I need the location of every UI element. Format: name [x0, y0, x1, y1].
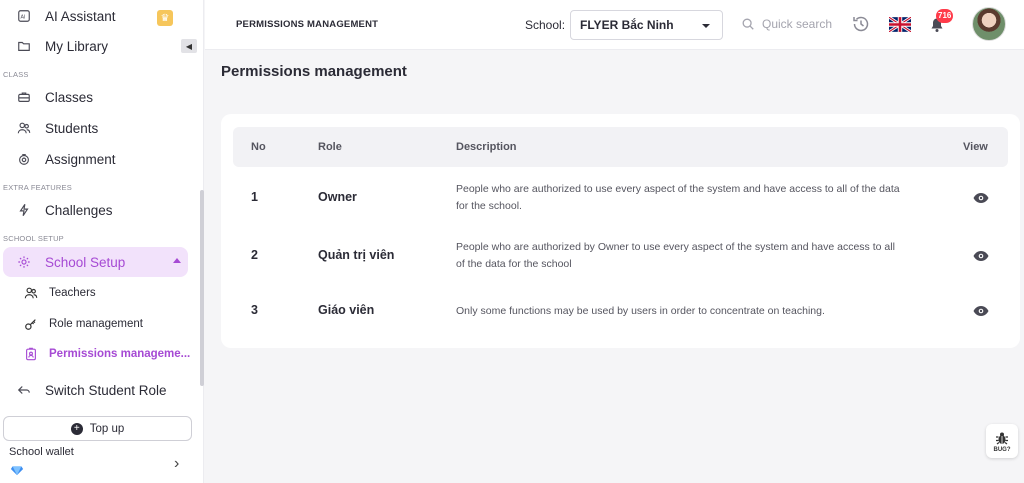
section-label-extra-features: EXTRA FEATURES: [3, 183, 72, 192]
table-row: 2 Quản trị viên People who are authorize…: [233, 233, 1008, 283]
assignment-icon: [17, 152, 31, 166]
top-header: PERMISSIONS MANAGEMENT School: FLYER Bắc…: [205, 0, 1024, 50]
sidebar-item-label: Assignment: [45, 151, 116, 167]
sidebar-item-ai-assistant[interactable]: AI AI Assistant: [0, 2, 204, 30]
svg-text:AI: AI: [21, 15, 26, 21]
sidebar-item-label: School Setup: [45, 254, 126, 270]
header-title: PERMISSIONS MANAGEMENT: [236, 19, 379, 30]
sidebar-item-label: Classes: [45, 89, 94, 105]
sidebar-item-switch-student-role[interactable]: Switch Student Role: [0, 376, 204, 404]
row-description: People who are authorized to use every a…: [456, 183, 900, 212]
chevron-right-icon[interactable]: ›: [174, 455, 179, 473]
key-icon: [24, 317, 38, 331]
sidebar-subitem-label: Role management: [49, 318, 143, 330]
sidebar-item-label: Challenges: [45, 202, 113, 218]
avatar[interactable]: [972, 7, 1006, 41]
sidebar-item-classes[interactable]: Classes: [0, 83, 204, 111]
history-icon[interactable]: [851, 14, 871, 34]
school-select[interactable]: FLYER Bắc Ninh: [570, 10, 723, 40]
row-description: Only some functions may be used by users…: [456, 305, 825, 317]
collapse-sidebar-button[interactable]: ◀: [181, 39, 197, 53]
report-bug-button[interactable]: BUG?: [986, 424, 1018, 458]
quick-search[interactable]: Quick search: [732, 10, 842, 38]
eye-icon[interactable]: [973, 250, 989, 262]
gear-icon: [17, 255, 31, 269]
school-wallet-label: School wallet: [9, 446, 74, 458]
sidebar: AI AI Assistant ♛ My Library ◀ CLASS Cla…: [0, 0, 204, 483]
sidebar-item-school-setup[interactable]: School Setup: [3, 247, 188, 277]
table-row: 3 Giáo viên Only some functions may be u…: [233, 288, 1008, 338]
briefcase-icon: [17, 90, 31, 104]
diamond-icon: [10, 466, 24, 476]
sidebar-subitem-role-management[interactable]: Role management: [0, 312, 204, 336]
crown-icon: ♛: [157, 10, 173, 26]
column-header-view: View: [963, 141, 988, 153]
lightning-icon: [17, 203, 31, 217]
table-row: 1 Owner People who are authorized to use…: [233, 175, 1008, 225]
row-description: People who are authorized by Owner to us…: [456, 241, 895, 270]
column-header-no: No: [251, 141, 266, 153]
folder-icon: [17, 39, 31, 53]
switch-arrow-icon: [17, 383, 31, 397]
table-header: No Role Description View: [233, 127, 1008, 167]
uk-flag-icon[interactable]: [889, 17, 911, 32]
plus-icon: +: [70, 422, 83, 435]
sidebar-item-label: AI Assistant: [45, 8, 116, 24]
sidebar-subitem-label: Permissions manageme...: [49, 348, 191, 360]
search-placeholder: Quick search: [762, 17, 833, 31]
page-title: Permissions management: [221, 63, 407, 80]
eye-icon[interactable]: [973, 192, 989, 204]
section-label-school-setup: SCHOOL SETUP: [3, 234, 64, 243]
school-select-value: FLYER Bắc Ninh: [580, 18, 674, 32]
sidebar-item-label: My Library: [45, 38, 109, 54]
sidebar-item-students[interactable]: Students: [0, 114, 204, 142]
badge-icon: [24, 347, 38, 361]
top-up-label: Top up: [89, 422, 125, 435]
sidebar-item-my-library[interactable]: My Library: [0, 32, 204, 60]
row-role: Quản trị viên: [318, 248, 395, 262]
row-role: Owner: [318, 190, 357, 204]
row-role: Giáo viên: [318, 303, 375, 317]
school-label: School:: [525, 18, 566, 32]
bug-icon: [996, 432, 1008, 444]
top-up-button[interactable]: + Top up: [3, 416, 192, 441]
sidebar-subitem-teachers[interactable]: Teachers: [0, 281, 204, 305]
bug-label: BUG?: [993, 446, 1011, 453]
sidebar-item-challenges[interactable]: Challenges: [0, 196, 204, 224]
chevron-down-icon: [702, 24, 710, 28]
sidebar-scrollbar[interactable]: [200, 190, 204, 386]
row-no: 1: [251, 190, 258, 204]
sidebar-item-label: Switch Student Role: [45, 382, 167, 398]
sidebar-subitem-label: Teachers: [49, 287, 96, 299]
section-label-class: CLASS: [3, 70, 29, 79]
sidebar-subitem-permissions-management[interactable]: Permissions manageme...: [0, 342, 204, 366]
column-header-description: Description: [456, 141, 517, 153]
sidebar-item-label: Students: [45, 120, 99, 136]
row-no: 2: [251, 248, 258, 262]
sidebar-item-assignment[interactable]: Assignment: [0, 145, 204, 173]
eye-icon[interactable]: [973, 305, 989, 317]
column-header-role: Role: [318, 141, 342, 153]
ai-icon: AI: [17, 9, 31, 23]
teacher-icon: [24, 286, 38, 300]
notification-badge: 716: [936, 9, 954, 23]
users-icon: [17, 121, 31, 135]
search-icon: [742, 18, 754, 30]
caret-up-icon: [173, 258, 181, 263]
row-no: 3: [251, 303, 258, 317]
